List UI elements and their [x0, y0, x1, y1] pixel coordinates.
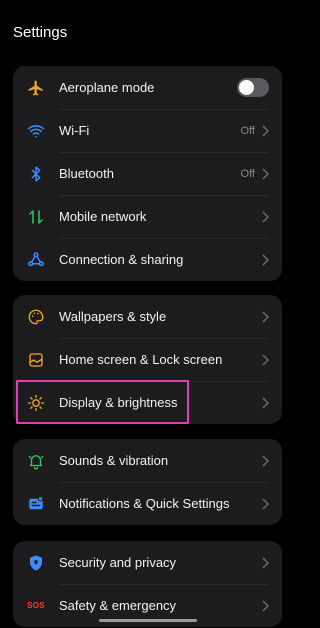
chevron-right-icon	[261, 396, 269, 409]
shield-icon	[26, 553, 46, 573]
sounds-vibration-row[interactable]: Sounds & vibration	[13, 439, 282, 482]
chevron-right-icon	[261, 497, 269, 510]
chevron-right-icon	[261, 210, 269, 223]
brightness-icon	[26, 393, 46, 413]
aeroplane-mode-row[interactable]: Aeroplane mode	[13, 66, 282, 109]
chevron-right-icon	[261, 253, 269, 266]
bluetooth-row[interactable]: Bluetooth Off	[13, 152, 282, 195]
wifi-icon	[26, 121, 46, 141]
chevron-right-icon	[261, 599, 269, 612]
security-privacy-label: Security and privacy	[59, 555, 177, 570]
notifications-icon	[26, 494, 46, 514]
notifications-quick-settings-label: Notifications & Quick Settings	[59, 496, 230, 511]
display-brightness-row[interactable]: Display & brightness	[13, 381, 282, 424]
connection-sharing-row[interactable]: Connection & sharing	[13, 238, 282, 281]
chevron-right-icon	[261, 310, 269, 323]
connection-sharing-icon	[26, 250, 46, 270]
security-group: Security and privacy SOS Safety & emerge…	[13, 541, 282, 627]
connectivity-group: Aeroplane mode Wi-Fi Off Bluetooth Off M…	[13, 66, 282, 281]
personalization-group: Wallpapers & style Home screen & Lock sc…	[13, 295, 282, 424]
chevron-right-icon	[261, 353, 269, 366]
chevron-right-icon	[261, 124, 269, 137]
bluetooth-label: Bluetooth	[59, 166, 114, 181]
aeroplane-mode-toggle[interactable]	[237, 78, 269, 97]
sos-icon: SOS	[26, 596, 46, 616]
palette-icon	[26, 307, 46, 327]
mobile-network-icon	[26, 207, 46, 227]
security-privacy-row[interactable]: Security and privacy	[13, 541, 282, 584]
sounds-vibration-label: Sounds & vibration	[59, 453, 169, 468]
bluetooth-icon	[26, 164, 46, 184]
home-lock-screen-row[interactable]: Home screen & Lock screen	[13, 338, 282, 381]
mobile-network-label: Mobile network	[59, 209, 147, 224]
wallpapers-style-label: Wallpapers & style	[59, 309, 167, 324]
wifi-status: Off	[240, 124, 255, 137]
wifi-label: Wi-Fi	[59, 123, 90, 138]
display-brightness-label: Display & brightness	[59, 395, 178, 410]
mobile-network-row[interactable]: Mobile network	[13, 195, 282, 238]
home-screen-icon	[26, 350, 46, 370]
connection-sharing-label: Connection & sharing	[59, 252, 184, 267]
settings-screen: Settings Aeroplane mode Wi-Fi Off Blueto…	[0, 0, 295, 628]
notifications-quick-settings-row[interactable]: Notifications & Quick Settings	[13, 482, 282, 525]
bluetooth-status: Off	[240, 167, 255, 180]
sos-icon-text: SOS	[27, 601, 45, 610]
home-indicator[interactable]	[99, 619, 197, 622]
chevron-right-icon	[261, 556, 269, 569]
chevron-right-icon	[261, 454, 269, 467]
toggle-knob	[239, 80, 254, 95]
chevron-right-icon	[261, 167, 269, 180]
status-bar	[0, 0, 295, 10]
airplane-icon	[26, 78, 46, 98]
home-lock-screen-label: Home screen & Lock screen	[59, 352, 223, 367]
page-title: Settings	[13, 24, 68, 41]
aeroplane-mode-label: Aeroplane mode	[59, 80, 155, 95]
wifi-row[interactable]: Wi-Fi Off	[13, 109, 282, 152]
sounds-notifications-group: Sounds & vibration Notifications & Quick…	[13, 439, 282, 525]
safety-emergency-label: Safety & emergency	[59, 598, 177, 613]
wallpapers-style-row[interactable]: Wallpapers & style	[13, 295, 282, 338]
bell-icon	[26, 451, 46, 471]
